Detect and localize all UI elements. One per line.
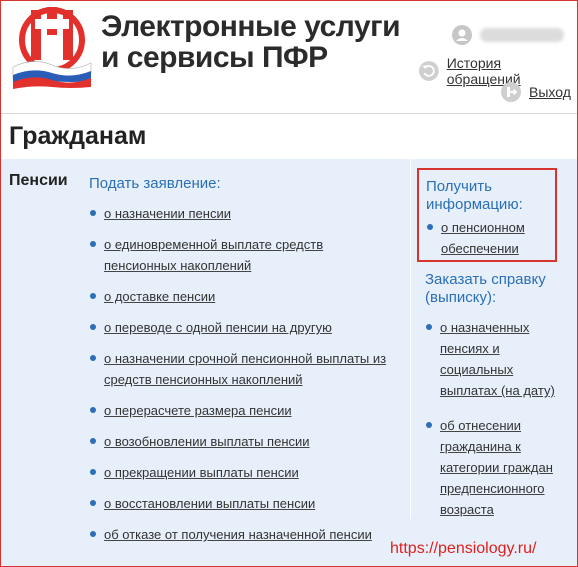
list-item: о назначении пенсии (89, 203, 399, 224)
site-title-line1: Электронные услуги (101, 10, 401, 43)
list-item: о доставке пенсии (89, 286, 399, 307)
info-link-pension-provision[interactable]: о пенсионном обеспечении (441, 220, 525, 256)
history-icon (419, 61, 439, 81)
info-heading: Получить информацию: (426, 178, 523, 213)
list-item: о назначенных пенсиях и социальных выпла… (425, 317, 570, 401)
services-panel: Пенсии Подать заявление: о назначении пе… (1, 159, 577, 566)
order-heading: Заказать справку (выписку): (425, 271, 546, 306)
list-item: о перерасчете размера пенсии (89, 400, 399, 421)
apply-link-refuse[interactable]: об отказе от получения назначенной пенси… (104, 527, 372, 542)
page-frame: Электронные услуги и сервисы ПФР История… (0, 0, 578, 567)
list-item: о возобновлении выплаты пенсии (89, 431, 399, 452)
order-list: о назначенных пенсиях и социальных выпла… (425, 317, 570, 520)
user-avatar-icon (452, 25, 472, 45)
apply-link-resume[interactable]: о возобновлении выплаты пенсии (104, 434, 310, 449)
user-name-blurred (480, 28, 564, 42)
apply-link-assign-pension[interactable]: о назначении пенсии (104, 206, 231, 221)
apply-link-recalculation[interactable]: о перерасчете размера пенсии (104, 403, 292, 418)
order-link-pre-pension[interactable]: об отнесении гражданина к категории граж… (440, 418, 553, 517)
order-column: Заказать справку (выписку): о назначенны… (425, 271, 570, 534)
list-item: о восстановлении выплаты пенсии (89, 493, 399, 514)
apply-heading: Подать заявление: (89, 175, 221, 192)
site-title-line2: и сервисы ПФР (101, 41, 328, 74)
user-menu[interactable] (452, 25, 564, 45)
logout-link[interactable]: Выход (529, 84, 571, 100)
logout-icon (501, 82, 521, 102)
list-item: об отказе от получения назначенной пенси… (89, 524, 399, 545)
watermark-text: https://pensiology.ru/ (390, 540, 537, 557)
apply-link-lump-sum[interactable]: о единовременной выплате средств пенсион… (104, 237, 323, 273)
order-link-assigned-pensions[interactable]: о назначенных пенсиях и социальных выпла… (440, 320, 555, 398)
apply-column: Подать заявление: о назначении пенсии о … (89, 175, 399, 555)
site-title: Электронные услуги и сервисы ПФР (101, 10, 401, 74)
apply-list: о назначении пенсии о единовременной вып… (89, 203, 399, 545)
apply-link-restore[interactable]: о восстановлении выплаты пенсии (104, 496, 315, 511)
apply-link-urgent-payment[interactable]: о назначении срочной пенсионной выплаты … (104, 351, 386, 387)
apply-link-stop[interactable]: о прекращении выплаты пенсии (104, 465, 299, 480)
info-highlight-box: Получить информацию: о пенсионном обеспе… (417, 168, 557, 262)
category-label: Пенсии (9, 172, 68, 189)
header-divider (1, 113, 577, 114)
pfr-logo[interactable] (11, 5, 93, 89)
list-item: о переводе с одной пенсии на другую (89, 317, 399, 338)
section-title: Гражданам (9, 122, 147, 150)
list-item: о прекращении выплаты пенсии (89, 462, 399, 483)
info-list: о пенсионном обеспечении (426, 217, 551, 259)
column-divider (410, 159, 411, 519)
list-item: о назначении срочной пенсионной выплаты … (89, 348, 399, 390)
list-item: о единовременной выплате средств пенсион… (89, 234, 399, 276)
apply-link-transfer[interactable]: о переводе с одной пенсии на другую (104, 320, 332, 335)
logout-link-row[interactable]: Выход (501, 82, 571, 102)
apply-link-delivery[interactable]: о доставке пенсии (104, 289, 215, 304)
list-item: о пенсионном обеспечении (426, 217, 551, 259)
list-item: об отнесении гражданина к категории граж… (425, 415, 570, 520)
